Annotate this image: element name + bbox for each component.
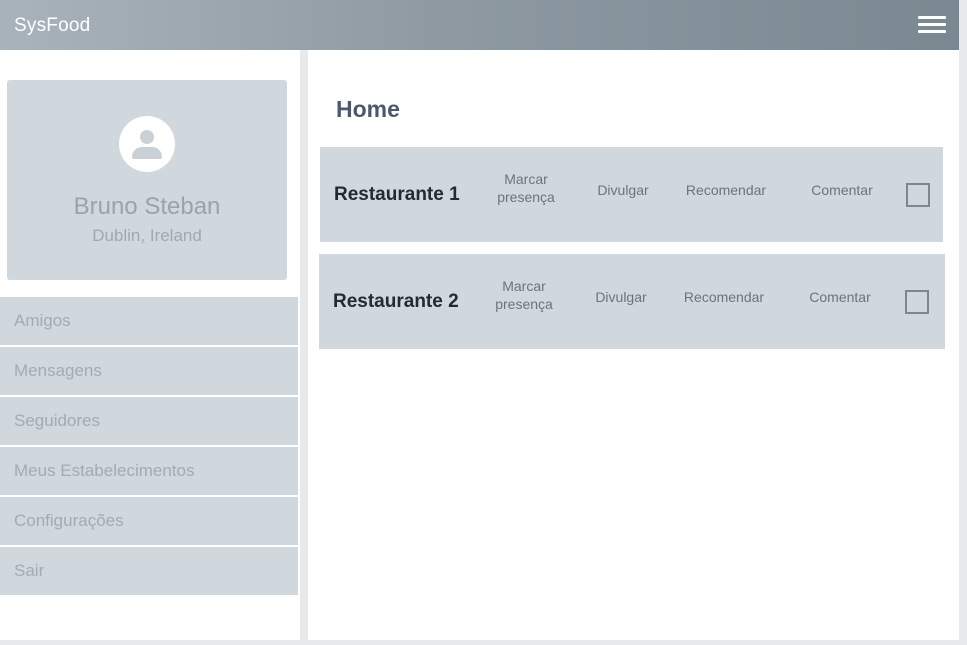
comentar-button[interactable]: Comentar (800, 288, 880, 306)
app-title: SysFood (14, 15, 91, 36)
recomendar-button[interactable]: Recomendar (674, 288, 774, 306)
profile-card: Bruno Steban Dublin, Ireland (7, 80, 287, 280)
divulgar-button[interactable]: Divulgar (590, 288, 652, 306)
sidebar: Bruno Steban Dublin, Ireland Amigos Mens… (0, 50, 300, 640)
menu-bar-line (918, 16, 946, 19)
marcar-presenca-label-line1: Marcar (504, 171, 548, 187)
recomendar-button[interactable]: Recomendar (676, 181, 776, 199)
avatar-head-shape (140, 130, 154, 144)
sidebar-divider (300, 50, 308, 640)
sidebar-item-sair[interactable]: Sair (0, 547, 298, 595)
restaurant-checkbox[interactable] (906, 183, 930, 207)
hamburger-menu-icon[interactable] (918, 15, 946, 35)
restaurant-name: Restaurante 2 (333, 291, 459, 312)
top-app-bar: SysFood (0, 0, 959, 50)
menu-bar-line (918, 30, 946, 33)
main-content: Home Restaurante 1 Marcar presença Divul… (308, 50, 959, 640)
avatar-body-shape (132, 147, 162, 159)
sidebar-item-mensagens[interactable]: Mensagens (0, 347, 298, 395)
user-avatar-icon (119, 116, 175, 172)
divulgar-button[interactable]: Divulgar (592, 181, 654, 199)
restaurant-name: Restaurante 1 (334, 184, 460, 205)
restaurant-row: Restaurante 1 Marcar presença Divulgar R… (320, 147, 943, 242)
marcar-presenca-label-line2: presença (495, 296, 553, 312)
page-title: Home (336, 96, 400, 122)
sidebar-nav: Amigos Mensagens Seguidores Meus Estabel… (0, 297, 298, 597)
sidebar-item-seguidores[interactable]: Seguidores (0, 397, 298, 445)
marcar-presenca-button[interactable]: Marcar presença (493, 170, 559, 206)
marcar-presenca-label-line2: presença (497, 189, 555, 205)
comentar-button[interactable]: Comentar (802, 181, 882, 199)
marcar-presenca-button[interactable]: Marcar presença (491, 277, 557, 313)
restaurant-row: Restaurante 2 Marcar presença Divulgar R… (319, 254, 945, 349)
menu-bar-line (918, 23, 946, 26)
restaurant-checkbox[interactable] (905, 290, 929, 314)
sidebar-item-meus-estabelecimentos[interactable]: Meus Estabelecimentos (0, 447, 298, 495)
profile-location: Dublin, Ireland (92, 226, 202, 245)
sidebar-item-amigos[interactable]: Amigos (0, 297, 298, 345)
marcar-presenca-label-line1: Marcar (502, 278, 546, 294)
sidebar-item-configuracoes[interactable]: Configurações (0, 497, 298, 545)
profile-name: Bruno Steban (73, 193, 221, 220)
